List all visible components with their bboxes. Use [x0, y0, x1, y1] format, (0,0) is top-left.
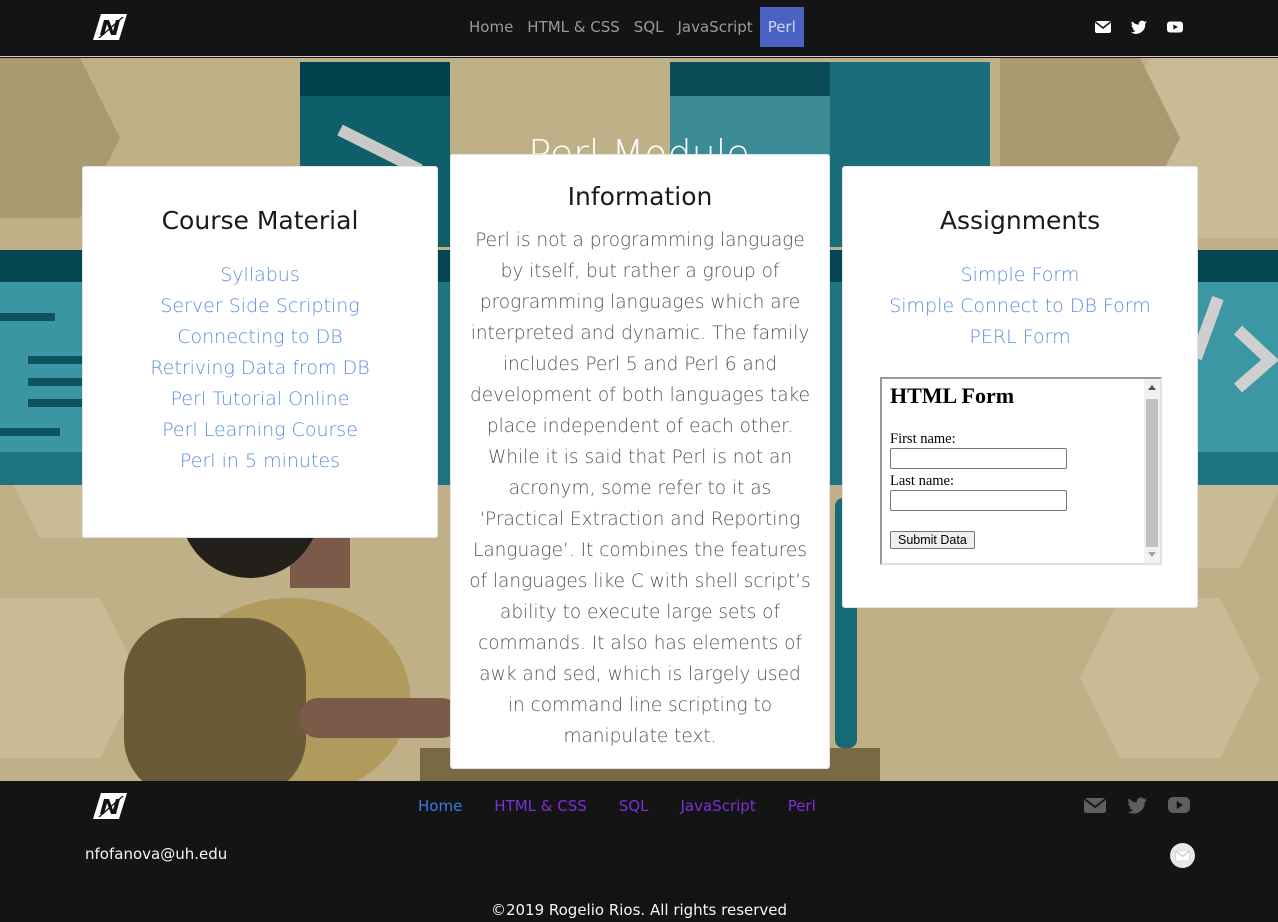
- link-server-side-scripting[interactable]: Server Side Scripting: [83, 291, 437, 322]
- link-perl-form[interactable]: PERL Form: [843, 322, 1197, 353]
- footer-link-html-css[interactable]: HTML & CSS: [494, 797, 587, 815]
- link-syllabus[interactable]: Syllabus: [83, 260, 437, 291]
- nav-link-home[interactable]: Home: [462, 7, 520, 47]
- footer: Home HTML & CSS SQL JavaScript Perl nfof…: [0, 781, 1278, 922]
- link-simple-connect-to-db-form[interactable]: Simple Connect to DB Form: [843, 291, 1197, 322]
- information-text: Perl is not a programming language by it…: [469, 230, 811, 747]
- form-heading: HTML Form: [890, 383, 1015, 408]
- youtube-icon[interactable]: [1168, 795, 1190, 815]
- scroll-thumb[interactable]: [1146, 399, 1158, 547]
- course-material-heading: Course Material: [161, 206, 359, 235]
- footer-link-perl[interactable]: Perl: [788, 797, 816, 815]
- footer-link-sql[interactable]: SQL: [619, 797, 649, 815]
- assignments-card: Assignments Simple Form Simple Connect t…: [842, 166, 1198, 608]
- top-navbar: Home HTML & CSS SQL JavaScript Perl: [0, 0, 1278, 57]
- footer-link-javascript[interactable]: JavaScript: [680, 797, 755, 815]
- last-name-input[interactable]: [890, 490, 1067, 511]
- footer-nav: Home HTML & CSS SQL JavaScript Perl: [418, 797, 816, 815]
- nav-link-html-css[interactable]: HTML & CSS: [520, 7, 627, 47]
- html-form: HTML Form First name: Last name: Submit …: [890, 383, 1067, 549]
- youtube-icon[interactable]: [1166, 18, 1184, 36]
- nav-link-perl[interactable]: Perl: [759, 7, 804, 47]
- link-perl-in-5-minutes[interactable]: Perl in 5 minutes: [83, 446, 437, 477]
- social-icons: [1094, 18, 1184, 36]
- envelope-icon[interactable]: [1094, 18, 1112, 36]
- nav-link-javascript[interactable]: JavaScript: [670, 7, 759, 47]
- nav-link-sql[interactable]: SQL: [627, 7, 671, 47]
- assignments-links: Simple Form Simple Connect to DB Form PE…: [843, 260, 1197, 353]
- first-name-input[interactable]: [890, 448, 1067, 469]
- assignments-heading: Assignments: [939, 206, 1101, 235]
- course-material-links: Syllabus Server Side Scripting Connectin…: [83, 260, 437, 477]
- n-slash-logo-icon[interactable]: [93, 14, 127, 40]
- footer-link-home[interactable]: Home: [418, 797, 462, 815]
- link-retriving-data-from-db[interactable]: Retriving Data from DB: [83, 353, 437, 384]
- main-nav: Home HTML & CSS SQL JavaScript Perl: [462, 7, 804, 47]
- course-material-card: Course Material Syllabus Server Side Scr…: [82, 166, 438, 538]
- scroll-up-arrow-icon[interactable]: [1148, 385, 1156, 390]
- first-name-label: First name:: [890, 431, 956, 447]
- link-simple-form[interactable]: Simple Form: [843, 260, 1197, 291]
- copyright-text: ©2019 Rogelio Rios. All rights reserved: [490, 901, 788, 919]
- embedded-form-frame: HTML Form First name: Last name: Submit …: [880, 377, 1162, 565]
- twitter-icon[interactable]: [1130, 18, 1148, 36]
- information-heading: Information: [567, 182, 713, 211]
- twitter-icon[interactable]: [1126, 795, 1148, 815]
- link-perl-learning-course[interactable]: Perl Learning Course: [83, 415, 437, 446]
- contact-email[interactable]: nfofanova@uh.edu: [85, 845, 227, 863]
- envelope-icon[interactable]: [1084, 795, 1106, 815]
- link-perl-tutorial-online[interactable]: Perl Tutorial Online: [83, 384, 437, 415]
- n-slash-logo-icon[interactable]: [93, 793, 127, 819]
- link-connecting-to-db[interactable]: Connecting to DB: [83, 322, 437, 353]
- information-card: Information Perl is not a programming la…: [450, 154, 830, 769]
- footer-social-icons: [1084, 795, 1190, 815]
- last-name-label: Last name:: [890, 473, 955, 489]
- mail-envelope-icon[interactable]: [1170, 843, 1195, 868]
- scroll-down-arrow-icon[interactable]: [1148, 552, 1156, 557]
- frame-scrollbar[interactable]: [1144, 379, 1160, 563]
- submit-data-button[interactable]: Submit Data: [890, 531, 975, 549]
